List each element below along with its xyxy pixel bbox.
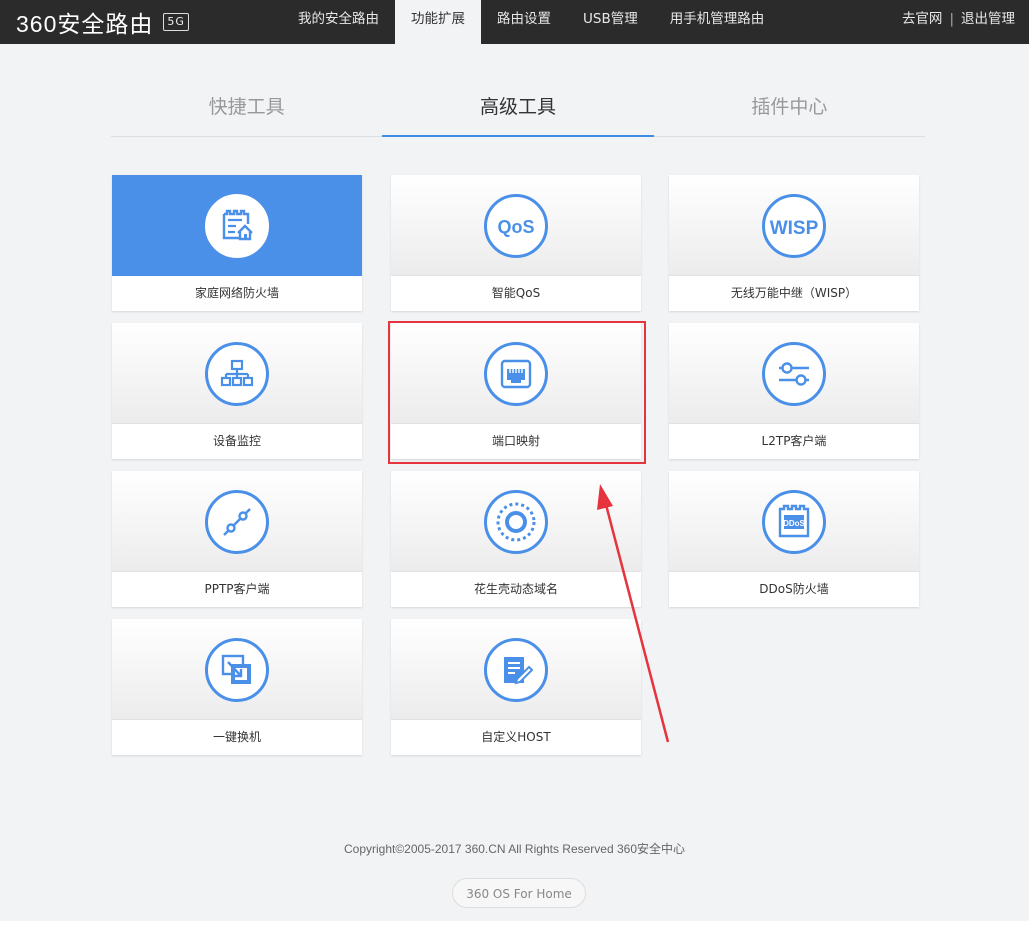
brand-name: 360安全路由	[16, 11, 154, 37]
main-nav: 我的安全路由 功能扩展 路由设置 USB管理 用手机管理路由	[282, 0, 780, 44]
card-label: 一键换机	[212, 730, 261, 744]
card-device-monitor[interactable]: 设备监控	[112, 323, 362, 459]
network-tree-icon	[220, 359, 254, 387]
copyright-text: Copyright©2005-2017 360.CN All Rights Re…	[343, 842, 685, 856]
top-bar: 360安全路由 5G 我的安全路由 功能扩展 路由设置 USB管理 用手机管理路…	[0, 0, 1029, 44]
sliders-icon	[779, 362, 809, 386]
card-home-firewall[interactable]: 家庭网络防火墙	[112, 175, 362, 311]
os-home-button[interactable]: 360 OS For Home	[452, 878, 586, 908]
card-label: 自定义HOST	[481, 730, 551, 744]
header-links: 去官网 | 退出管理	[902, 0, 1015, 44]
card-custom-host[interactable]: 自定义HOST	[391, 619, 641, 755]
edit-document-icon	[504, 657, 534, 685]
link-nodes-icon	[223, 508, 251, 536]
card-oray-ddns[interactable]: 花生壳动态域名	[391, 471, 641, 607]
nav-item-usb[interactable]: USB管理	[567, 0, 654, 44]
card-pptp-client[interactable]: PPTP客户端	[112, 471, 362, 607]
card-label: 设备监控	[212, 434, 261, 448]
svg-text:QoS: QoS	[497, 217, 534, 237]
nav-item-mobile-manage[interactable]: 用手机管理路由	[654, 0, 781, 44]
card-ddos-firewall[interactable]: DDoS DDoS防火墙	[669, 471, 919, 607]
card-label: L2TP客户端	[761, 434, 827, 448]
svg-text:WISP: WISP	[770, 218, 819, 239]
card-one-key-switch[interactable]: 一键换机	[112, 619, 362, 755]
target-ring-icon	[496, 502, 536, 542]
5g-badge: 5G	[163, 13, 189, 31]
card-label: PPTP客户端	[204, 582, 270, 596]
ddos-wall-icon: DDoS	[778, 504, 810, 538]
highlight-box	[388, 321, 646, 464]
official-site-link[interactable]: 去官网	[902, 0, 943, 44]
card-smart-qos[interactable]: QoS 智能QoS	[391, 175, 641, 311]
card-label: 无线万能中继（WISP）	[730, 286, 858, 300]
firewall-house-icon	[222, 209, 253, 241]
swap-device-icon	[221, 654, 251, 684]
logo[interactable]: 360安全路由 5G	[16, 7, 189, 37]
card-wisp[interactable]: WISP 无线万能中继（WISP）	[669, 175, 919, 311]
card-label: 家庭网络防火墙	[194, 286, 279, 300]
card-label: DDoS防火墙	[759, 582, 829, 596]
svg-text:DDoS: DDoS	[783, 519, 805, 528]
qos-icon: QoS	[497, 217, 534, 237]
wisp-icon: WISP	[770, 218, 819, 239]
tab-advanced-tools[interactable]: 高级工具	[382, 80, 654, 137]
card-label: 智能QoS	[491, 286, 541, 300]
nav-item-extensions[interactable]: 功能扩展	[395, 0, 481, 44]
bottom-strip	[0, 921, 1029, 926]
link-separator: |	[949, 11, 954, 27]
card-label: 花生壳动态域名	[473, 582, 558, 596]
nav-item-router-settings[interactable]: 路由设置	[481, 0, 567, 44]
logout-link[interactable]: 退出管理	[961, 0, 1015, 44]
card-l2tp-client[interactable]: L2TP客户端	[669, 323, 919, 459]
tool-tabs: 快捷工具 高级工具 插件中心	[111, 80, 925, 137]
tab-quick-tools[interactable]: 快捷工具	[111, 80, 382, 136]
tab-plugin-center[interactable]: 插件中心	[654, 80, 925, 136]
nav-item-my-router[interactable]: 我的安全路由	[282, 0, 395, 44]
